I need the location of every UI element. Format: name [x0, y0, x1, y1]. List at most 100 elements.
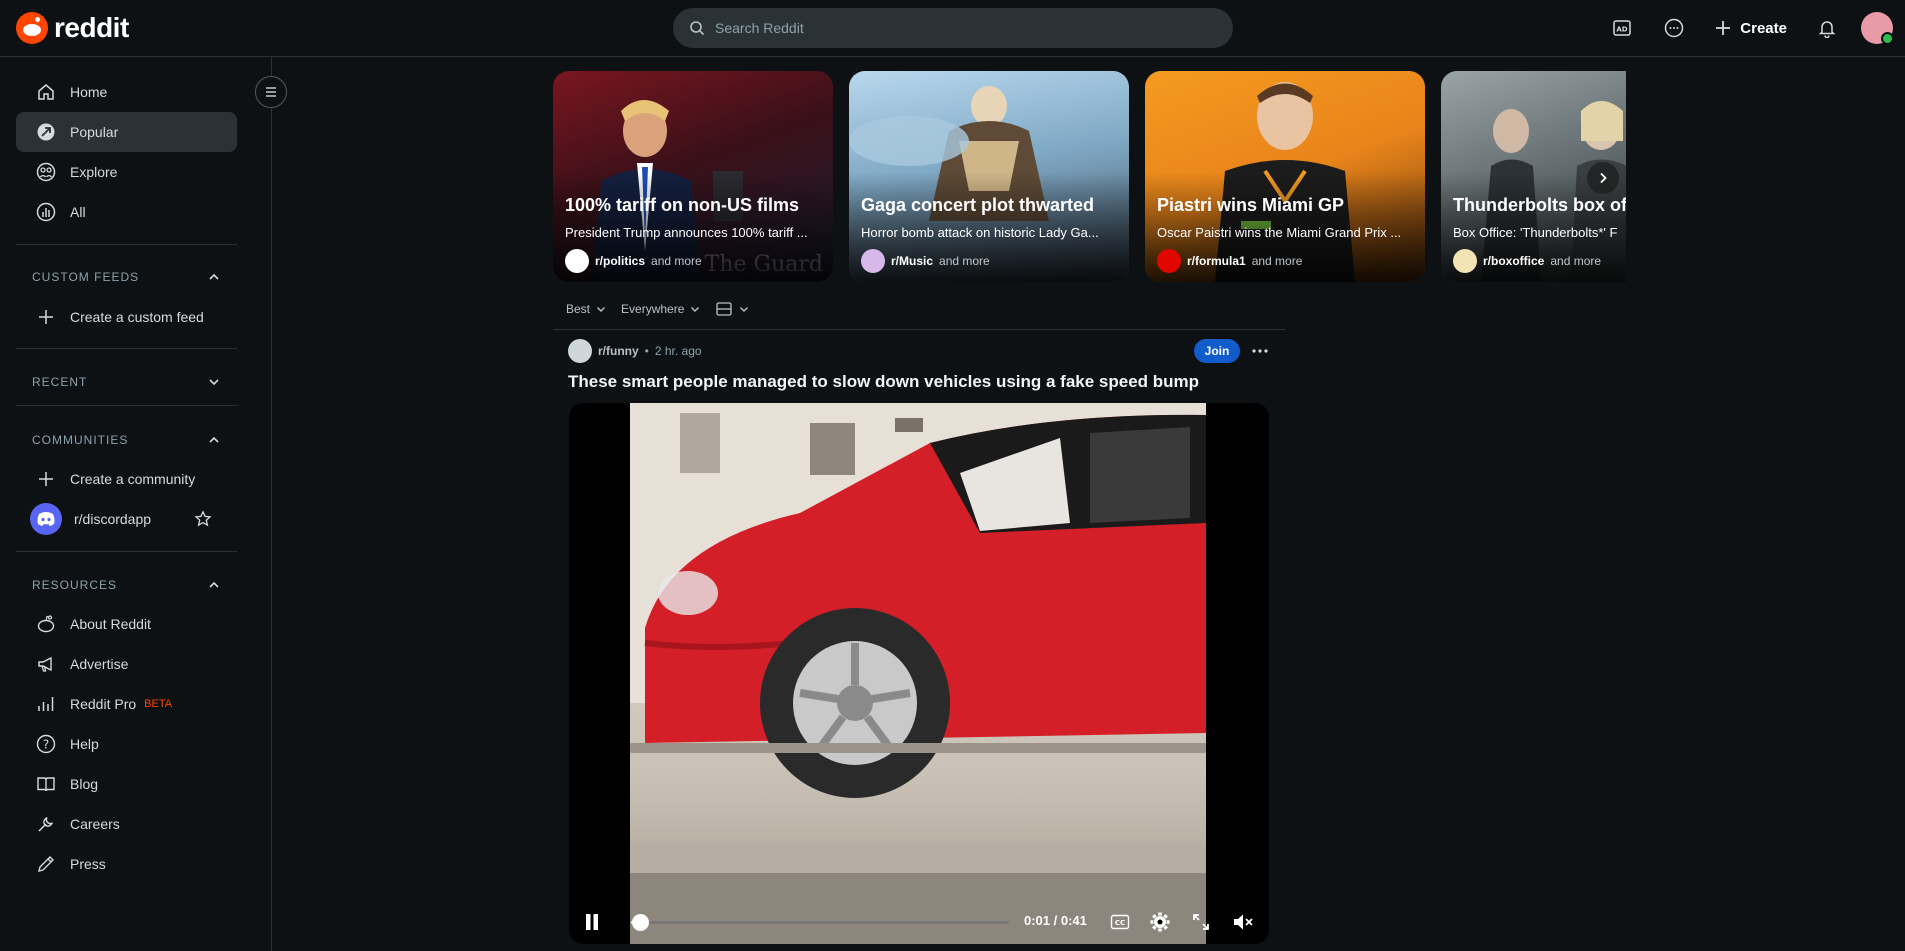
create-button[interactable]: Create: [1708, 19, 1793, 37]
card-subreddit[interactable]: r/Music and more: [861, 249, 990, 273]
card-description: Horror bomb attack on historic Lady Ga..…: [861, 225, 1099, 240]
sidebar-item-press[interactable]: Press: [16, 844, 237, 884]
sidebar-item-careers[interactable]: Careers: [16, 804, 237, 844]
beta-badge: BETA: [144, 698, 173, 710]
create-custom-feed-button[interactable]: Create a custom feed: [16, 297, 237, 337]
sidebar-item-all[interactable]: All: [16, 192, 237, 232]
video-player[interactable]: 0:01 / 0:41 CC: [569, 403, 1269, 944]
ad-icon[interactable]: AD: [1604, 10, 1640, 46]
plus-icon: [36, 469, 56, 489]
settings-button[interactable]: [1147, 909, 1173, 935]
sidebar-item-label: Reddit Pro: [70, 696, 137, 712]
pause-button[interactable]: [579, 909, 605, 935]
scope-dropdown[interactable]: Everywhere: [621, 302, 701, 316]
join-button[interactable]: Join: [1194, 339, 1240, 363]
sidebar-divider: [16, 405, 237, 406]
sidebar-divider: [16, 348, 237, 349]
community-item-discordapp[interactable]: r/discordapp: [16, 499, 237, 539]
and-more-text: and more: [651, 254, 702, 268]
mute-button[interactable]: [1230, 909, 1256, 935]
feed-sort-bar: Best Everywhere: [553, 288, 1285, 330]
communities-section-toggle[interactable]: COMMUNITIES: [16, 420, 237, 460]
sidebar-item-home[interactable]: Home: [16, 72, 237, 112]
subreddit-avatar: [861, 249, 885, 273]
favorite-star-icon[interactable]: [194, 510, 212, 531]
sidebar-item-explore[interactable]: Explore: [16, 152, 237, 192]
chevron-up-icon: [209, 436, 219, 443]
sidebar-item-about-reddit[interactable]: About Reddit: [16, 604, 237, 644]
sort-dropdown[interactable]: Best: [566, 302, 607, 316]
and-more-text: and more: [1550, 254, 1602, 268]
create-community-button[interactable]: Create a community: [16, 459, 237, 499]
card-subreddit[interactable]: r/formula1 and more: [1157, 249, 1302, 273]
captions-icon: CC: [1110, 914, 1130, 930]
post-title[interactable]: These smart people managed to slow down …: [568, 372, 1199, 392]
pencil-icon: [36, 854, 56, 874]
search-bar[interactable]: [673, 8, 1233, 48]
trending-card[interactable]: Gaga concert plot thwarted Horror bomb a…: [849, 71, 1129, 282]
reddit-logo[interactable]: reddit: [16, 12, 129, 44]
view-mode-dropdown[interactable]: [715, 301, 750, 317]
card-description: President Trump announces 100% tariff ..…: [565, 225, 808, 240]
chevron-up-icon: [209, 273, 219, 280]
seek-handle[interactable]: [632, 914, 650, 931]
sidebar-item-reddit-pro[interactable]: Reddit Pro BETA: [16, 684, 237, 724]
fullscreen-button[interactable]: [1188, 909, 1214, 935]
sidebar-item-label: All: [70, 204, 86, 220]
carousel-next-button[interactable]: [1587, 162, 1619, 194]
card-title: Gaga concert plot thwarted: [861, 195, 1095, 215]
video-frame-image: [630, 403, 1206, 944]
sidebar-item-label: Create a custom feed: [70, 309, 204, 325]
sidebar-item-label: Explore: [70, 164, 118, 180]
sidebar-item-label: Advertise: [70, 656, 129, 672]
search-icon: [690, 21, 705, 36]
sidebar-item-blog[interactable]: Blog: [16, 764, 237, 804]
user-avatar[interactable]: [1861, 12, 1894, 45]
search-input[interactable]: [715, 20, 1195, 36]
svg-text:AD: AD: [1617, 26, 1628, 34]
subreddit-avatar[interactable]: [568, 339, 592, 363]
sidebar-item-help[interactable]: ? Help: [16, 724, 237, 764]
home-icon: [36, 82, 56, 102]
sidebar-divider: [16, 244, 237, 245]
trending-card[interactable]: The Guard 100% tariff on non-US films Pr…: [553, 71, 833, 282]
video-time: 0:01 / 0:41: [1024, 913, 1087, 928]
sidebar-item-label: Blog: [70, 776, 99, 792]
fullscreen-icon: [1193, 914, 1209, 930]
sidebar-divider: [16, 551, 237, 552]
collapse-sidebar-button[interactable]: [255, 76, 287, 108]
chat-icon[interactable]: [1656, 10, 1692, 46]
section-heading: CUSTOM FEEDS: [32, 270, 140, 284]
notification-bell-icon[interactable]: [1809, 10, 1845, 46]
subreddit-name: r/politics: [595, 254, 646, 268]
custom-feeds-section-toggle[interactable]: CUSTOM FEEDS: [16, 257, 237, 297]
header-actions: AD Create: [1604, 10, 1894, 46]
sidebar-item-popular[interactable]: Popular: [16, 112, 237, 152]
video-seek-bar[interactable]: [631, 914, 1009, 931]
top-header: reddit AD Create: [0, 0, 1905, 57]
captions-button[interactable]: CC: [1107, 909, 1133, 935]
wrench-icon: [36, 814, 56, 834]
trending-card[interactable]: Piastri wins Miami GP Oscar Paistri wins…: [1145, 71, 1425, 282]
subreddit-avatar: [1453, 249, 1477, 273]
meta-separator: •: [644, 344, 649, 358]
recent-section-toggle[interactable]: RECENT: [16, 362, 237, 402]
muted-speaker-icon: [1234, 914, 1253, 930]
card-view-icon: [716, 301, 733, 316]
sidebar-item-advertise[interactable]: Advertise: [16, 644, 237, 684]
card-subreddit[interactable]: r/boxoffice and more: [1453, 249, 1601, 273]
post-age: 2 hr. ago: [654, 344, 702, 358]
post-more-options-button[interactable]: [1248, 339, 1272, 363]
card-subreddit[interactable]: r/politics and more: [565, 249, 702, 273]
post-meta: r/funny • 2 hr. ago: [568, 339, 702, 363]
resources-section-toggle[interactable]: RESOURCES: [16, 565, 237, 605]
and-more-text: and more: [1251, 254, 1303, 268]
sidebar-item-label: Help: [70, 736, 99, 752]
megaphone-icon: [36, 654, 56, 674]
book-icon: [36, 774, 56, 794]
create-label: Create: [1740, 19, 1787, 37]
post-subreddit-link[interactable]: r/funny: [598, 344, 639, 358]
video-controls: 0:01 / 0:41 CC: [569, 900, 1269, 944]
svg-text:?: ?: [43, 738, 49, 752]
section-heading: RECENT: [32, 375, 88, 389]
